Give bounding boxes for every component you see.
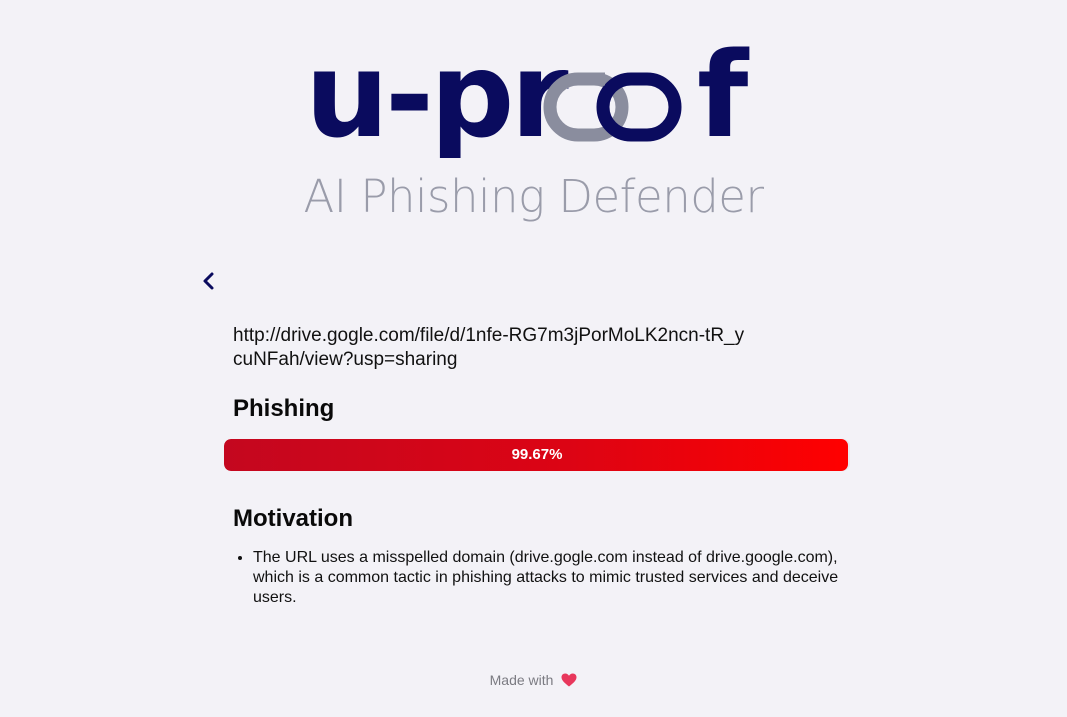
analyzed-url: http://drive.gogle.com/file/d/1nfe-RG7m3…	[233, 325, 745, 370]
app-page: u-pr f AI Phishing Defender http://drive…	[0, 0, 1067, 717]
svg-text:f: f	[697, 30, 750, 158]
verdict-label: Phishing	[233, 395, 335, 422]
tagline: AI Phishing Defender	[303, 170, 764, 223]
heart-icon	[561, 673, 577, 687]
back-button[interactable]	[197, 266, 221, 296]
motivation-item: The URL uses a misspelled domain (drive.…	[253, 548, 863, 608]
phishing-probability-bar: 99.67%	[224, 439, 850, 471]
footer: Made with	[0, 672, 1067, 688]
phishing-probability-label: 99.67%	[511, 446, 563, 463]
footer-text: Made with	[489, 672, 554, 688]
motivation-heading: Motivation	[233, 505, 353, 532]
u-proof-logo: u-pr f	[305, 30, 755, 158]
svg-text:u-pr: u-pr	[305, 30, 568, 158]
chevron-left-icon	[203, 272, 214, 290]
motivation-list: The URL uses a misspelled domain (drive.…	[233, 548, 863, 608]
